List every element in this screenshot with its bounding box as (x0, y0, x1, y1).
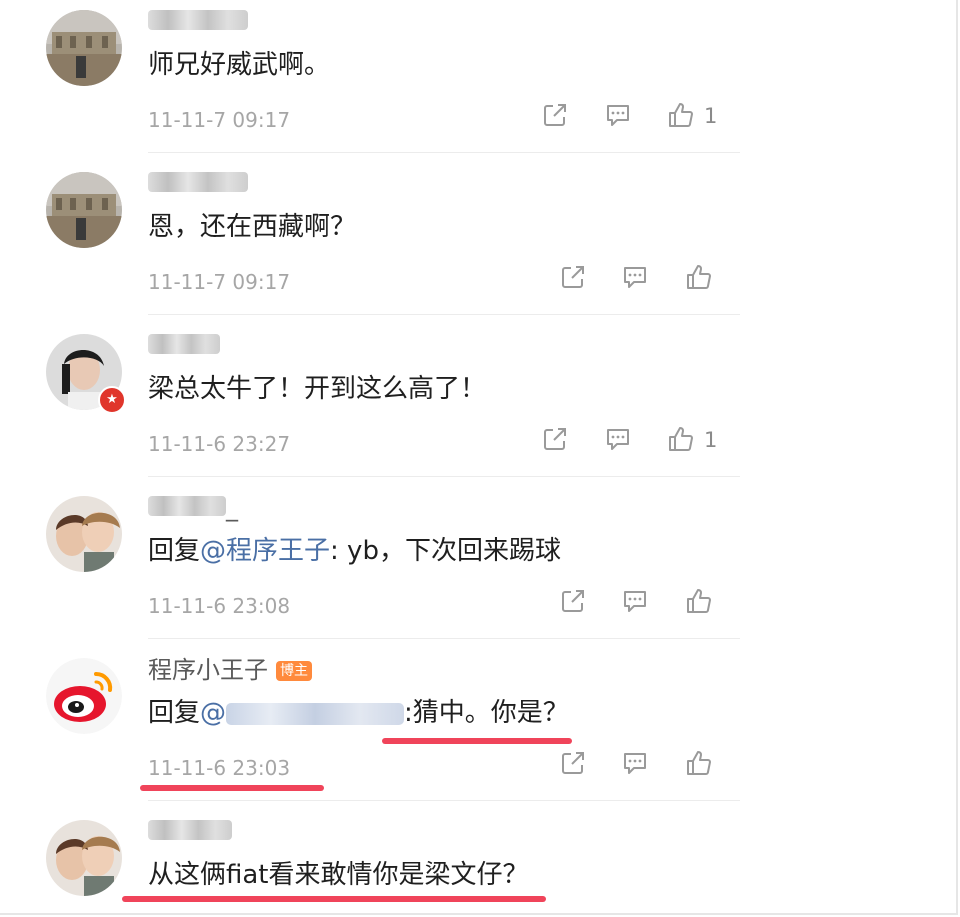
comment-text: 回复@ :猜中。你是？ (148, 696, 569, 730)
thumbs-up-icon (669, 103, 693, 127)
reply-prefix: 回复 (148, 536, 201, 566)
blurred-username (148, 10, 248, 30)
share-button[interactable] (558, 586, 592, 620)
reply-prefix: 回复 (148, 698, 201, 728)
divider (148, 476, 740, 477)
comment-button[interactable] (620, 262, 654, 296)
username[interactable] (148, 818, 232, 846)
like-button[interactable] (684, 748, 718, 782)
comment-text: 从这俩fiat看来敢情你是梁文仔？ (148, 860, 529, 890)
share-icon (544, 428, 566, 450)
comment-icon (624, 753, 646, 774)
thumbs-up-icon (687, 751, 711, 775)
username[interactable]: 程序小王子 博主 (148, 656, 312, 684)
divider (148, 152, 740, 153)
divider (148, 638, 740, 639)
mention-link[interactable]: @ (200, 698, 226, 728)
like-button[interactable] (666, 424, 700, 458)
share-button[interactable] (540, 100, 574, 134)
blurred-username (148, 334, 220, 354)
comment-icon (624, 267, 646, 288)
comment-button[interactable] (603, 100, 637, 134)
verified-badge-icon: ★ (98, 386, 126, 414)
thumbs-up-icon (669, 427, 693, 451)
reply-body: :猜中。你是？ (404, 698, 569, 728)
comment-button[interactable] (603, 424, 637, 458)
like-count: 1 (704, 428, 718, 452)
highlight-underline (140, 785, 324, 791)
share-icon (562, 752, 584, 774)
comment-item: _ 回复@程序王子: yb，下次回来踢球 11-11-6 23:08 (0, 486, 760, 648)
comment-icon (624, 591, 646, 612)
comment-text: 师兄好威武啊。 (148, 50, 331, 80)
divider (148, 800, 740, 801)
avatar[interactable] (46, 496, 122, 572)
comment-button[interactable] (620, 586, 654, 620)
blurred-mention (226, 702, 405, 725)
comment-item: 恩，还在西藏啊？ 11-11-7 09:17 (0, 162, 760, 324)
share-button[interactable] (558, 262, 592, 296)
blurred-username (148, 496, 226, 516)
username[interactable] (148, 332, 220, 360)
comment-item: 程序小王子 博主 回复@:猜中。你是？ 11-11-6 23:03 (0, 648, 760, 810)
like-button[interactable] (684, 586, 718, 620)
author-badge: 博主 (276, 661, 312, 681)
comment-text: 回复@程序王子: yb，下次回来踢球 (148, 534, 561, 568)
username-text: 程序小王子 (148, 656, 268, 684)
comment-item: ★ 梁总太牛了！开到这么高了！ 11-11-6 23:27 1 (0, 324, 760, 486)
thumbs-up-icon (687, 589, 711, 613)
blurred-username (148, 820, 232, 840)
comment-icon (607, 105, 629, 126)
share-icon (562, 266, 584, 288)
like-button[interactable] (684, 262, 718, 296)
share-icon (544, 104, 566, 126)
reply-body: : yb，下次回来踢球 (330, 536, 561, 566)
mention-link[interactable]: @程序王子 (200, 536, 330, 566)
like-count: 1 (704, 104, 718, 128)
thumbs-up-icon (687, 265, 711, 289)
highlight-underline (122, 896, 546, 902)
username-suffix: _ (226, 494, 238, 522)
comment-item: 师兄好威武啊。 11-11-7 09:17 1 (0, 0, 760, 162)
highlight-underline (382, 738, 572, 744)
username[interactable] (148, 170, 248, 198)
share-button[interactable] (558, 748, 592, 782)
avatar[interactable] (46, 172, 122, 248)
blurred-username (148, 172, 248, 192)
comment-button[interactable] (620, 748, 654, 782)
like-button[interactable] (666, 100, 700, 134)
avatar[interactable] (46, 820, 122, 896)
share-icon (562, 590, 584, 612)
comment-text: 恩，还在西藏啊？ (148, 212, 357, 242)
username[interactable]: _ (148, 494, 238, 522)
comment-icon (607, 429, 629, 450)
share-button[interactable] (540, 424, 574, 458)
weibo-logo-avatar[interactable] (46, 658, 122, 734)
username[interactable] (148, 8, 248, 36)
avatar[interactable] (46, 10, 122, 86)
comment-text: 梁总太牛了！开到这么高了！ (148, 374, 487, 404)
divider (148, 314, 740, 315)
